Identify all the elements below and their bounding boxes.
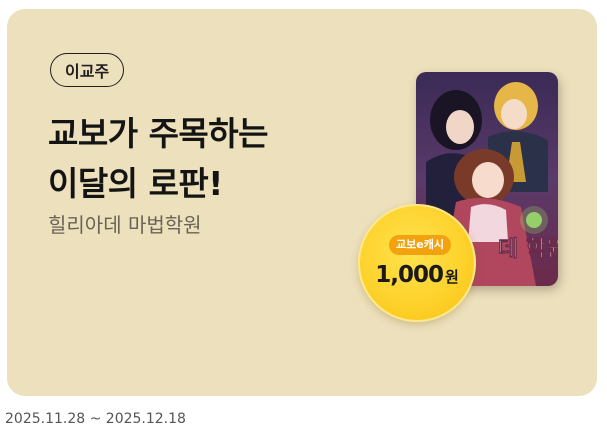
banner-headline: 교보가 주목하는 이달의 로판! (48, 109, 269, 209)
event-banner-card[interactable]: 이교주 교보가 주목하는 이달의 로판! 힐리아데 마법학원 데 학원 교보e캐… (7, 9, 597, 396)
book-title: 힐리아데 마법학원 (48, 213, 202, 237)
coin-amount-unit: 원 (444, 268, 459, 286)
cover-title-text: 데 학원 (498, 236, 558, 262)
event-badge: 이교주 (50, 53, 125, 87)
headline-line-2: 이달의 로판! (48, 164, 223, 203)
coin-amount-value: 1,000 (375, 262, 444, 288)
coin-amount: 1,000 원 (360, 262, 474, 288)
event-period: 2025.11.28 ~ 2025.12.18 (5, 411, 186, 427)
headline-line-1: 교보가 주목하는 (48, 114, 269, 153)
coin-label: 교보e캐시 (389, 235, 451, 255)
cash-coin-icon: 교보e캐시 1,000 원 (358, 204, 476, 322)
